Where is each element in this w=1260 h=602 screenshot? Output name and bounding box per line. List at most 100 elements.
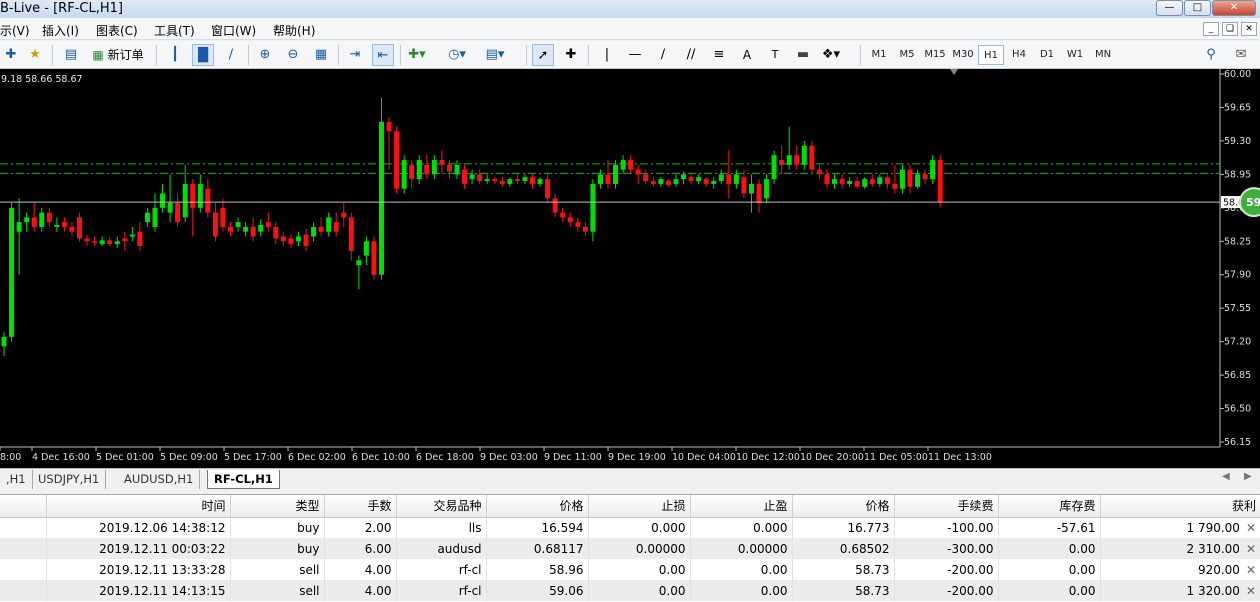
- timeframe-d1[interactable]: D1: [1034, 45, 1060, 65]
- line-chart-icon[interactable]: ∕: [220, 44, 242, 66]
- menu-charts[interactable]: 图表(C): [96, 22, 138, 39]
- tabs-right-arrow-icon[interactable]: ▶: [1244, 471, 1252, 482]
- auto-scroll-icon[interactable]: ⇥: [344, 44, 366, 66]
- fibonacci-icon[interactable]: ≡: [708, 44, 730, 66]
- timeframe-m15[interactable]: M15: [922, 45, 948, 65]
- text-label-icon[interactable]: T: [764, 44, 786, 66]
- chat-icon[interactable]: ✉: [1230, 44, 1252, 66]
- candle-body: [597, 174, 603, 184]
- menu-view[interactable]: 示(V): [0, 22, 30, 39]
- table-cell: 0.68502: [792, 538, 895, 559]
- column-header-type[interactable]: 类型: [230, 495, 325, 518]
- candle-body: [235, 222, 241, 227]
- close-order-icon[interactable]: ✕: [1240, 563, 1256, 577]
- maximize-button[interactable]: □: [1184, 0, 1211, 16]
- candle-body: [854, 181, 860, 187]
- close-order-icon[interactable]: ✕: [1240, 542, 1256, 556]
- profit-value: 1 790.00: [1186, 520, 1240, 535]
- trendline-icon[interactable]: ∕: [652, 44, 674, 66]
- zoom-in-icon[interactable]: ⊕: [254, 44, 276, 66]
- candlestick-icon[interactable]: █: [192, 44, 214, 66]
- tab-usdjpy[interactable]: USDJPY,H1: [32, 470, 107, 489]
- chart-tabs: ,H1 USDJPY,H1 AUDUSD,H1 RF-CL,H1 ◀ ▶: [0, 468, 1260, 490]
- horizontal-line-icon[interactable]: —: [624, 44, 646, 66]
- time-tick-label: 6 Dec 10:00: [352, 452, 410, 463]
- menu-window[interactable]: 窗口(W): [211, 22, 256, 39]
- minimize-button[interactable]: —: [1156, 0, 1183, 16]
- search-icon[interactable]: ⚲: [1200, 44, 1222, 66]
- menu-tools[interactable]: 工具(T): [154, 22, 195, 39]
- candle-body: [144, 212, 150, 223]
- candle-body: [492, 179, 498, 182]
- tab-chart-1[interactable]: ,H1: [0, 470, 33, 489]
- column-header-current-price[interactable]: 价格: [792, 495, 895, 518]
- column-header-volume[interactable]: 手数: [324, 495, 397, 518]
- close-order-icon[interactable]: ✕: [1240, 584, 1256, 598]
- time-tick-label: 10 Dec 20:00: [800, 452, 864, 463]
- menu-help[interactable]: 帮助(H): [273, 22, 315, 39]
- time-tick-label: 5 Dec 17:00: [224, 452, 282, 463]
- profiles-icon[interactable]: ★: [24, 44, 46, 66]
- vertical-line-icon[interactable]: |: [596, 44, 618, 66]
- candle-body: [182, 183, 188, 218]
- timeframe-m1[interactable]: M1: [866, 45, 892, 65]
- mdi-minimize-button[interactable]: _: [1203, 22, 1219, 36]
- templates-icon[interactable]: ▤▾: [484, 44, 506, 66]
- table-row[interactable]: 2019.12.11 00:03:22 buy 6.00 audusd 0.68117 0…: [0, 538, 1260, 559]
- arrows-icon[interactable]: ❖▾: [820, 44, 842, 66]
- timeframe-h1[interactable]: H1: [978, 45, 1004, 65]
- candle-body: [937, 160, 943, 203]
- table-cell: -57.61: [998, 517, 1101, 538]
- timeframe-m5[interactable]: M5: [894, 45, 920, 65]
- column-header-commission[interactable]: 手续费: [894, 495, 999, 518]
- column-header-price[interactable]: 价格: [486, 495, 589, 518]
- column-header-ticket[interactable]: [0, 495, 47, 518]
- cursor-icon[interactable]: ➚: [532, 44, 554, 66]
- market-watch-icon[interactable]: ▤: [60, 44, 82, 66]
- close-button[interactable]: ✕: [1212, 0, 1256, 16]
- tab-audusd[interactable]: AUDUSD,H1: [118, 470, 201, 489]
- timeframe-m30[interactable]: M30: [950, 45, 976, 65]
- timeframe-w1[interactable]: W1: [1062, 45, 1088, 65]
- table-row[interactable]: 2019.12.11 13:33:28 sell 4.00 rf-cl 58.96 0.0…: [0, 559, 1260, 580]
- menu-insert[interactable]: 插入(I): [42, 22, 79, 39]
- table-row[interactable]: 2019.12.11 14:13:15 sell 4.00 rf-cl 59.06 0.0…: [0, 580, 1260, 601]
- new-order-button[interactable]: ▦ 新订单: [88, 44, 148, 66]
- column-header-symbol[interactable]: 交易品种: [396, 495, 487, 518]
- equidistant-channel-icon[interactable]: ∕∕: [680, 44, 702, 66]
- column-header-sl[interactable]: 止损: [588, 495, 691, 518]
- column-header-profit[interactable]: 获利: [1100, 495, 1260, 518]
- column-header-swap[interactable]: 库存费: [998, 495, 1101, 518]
- crosshair-icon[interactable]: ✚: [560, 44, 582, 66]
- timeframe-h4[interactable]: H4: [1006, 45, 1032, 65]
- tab-rf-cl[interactable]: RF-CL,H1: [207, 470, 280, 489]
- table-row[interactable]: 2019.12.06 14:38:12 buy 2.00 lls 16.594 0.000…: [0, 517, 1260, 538]
- price-chart[interactable]: 60.00 59.65 59.30 58.95 58.60 58.25 57.90 57.55…: [0, 69, 1260, 468]
- new-chart-icon[interactable]: ✚: [0, 44, 22, 66]
- candle-body: [711, 181, 717, 184]
- candle-body: [409, 164, 415, 180]
- price-tick-label: 56.85: [1224, 370, 1251, 381]
- profit-value: 2 310.00: [1186, 541, 1240, 556]
- tabs-left-arrow-icon[interactable]: ◀: [1222, 471, 1230, 482]
- table-cell: 2019.12.11 13:33:28: [46, 559, 231, 580]
- periods-icon[interactable]: ◷▾: [446, 44, 468, 66]
- column-header-tp[interactable]: 止盈: [690, 495, 793, 518]
- table-cell: 4.00: [324, 559, 397, 580]
- mdi-restore-button[interactable]: ❏: [1222, 22, 1238, 36]
- rectangle-icon[interactable]: ▬: [792, 44, 814, 66]
- tile-windows-icon[interactable]: ▦: [310, 44, 332, 66]
- timeframe-mn[interactable]: MN: [1090, 45, 1116, 65]
- bar-chart-icon[interactable]: ┃: [164, 44, 186, 66]
- column-header-time[interactable]: 时间: [46, 495, 231, 518]
- text-icon[interactable]: A: [736, 44, 758, 66]
- mdi-close-button[interactable]: ✕: [1241, 22, 1257, 36]
- time-tick-label: 9 Dec 11:00: [544, 452, 602, 463]
- time-tick-label: 11 Dec 13:00: [928, 452, 992, 463]
- chart-shift-icon[interactable]: ⇤: [372, 44, 394, 66]
- indicators-icon[interactable]: ✚▾: [406, 44, 428, 66]
- table-cell: 0.00000: [588, 538, 691, 559]
- candle-body: [228, 226, 233, 232]
- zoom-out-icon[interactable]: ⊖: [282, 44, 304, 66]
- close-order-icon[interactable]: ✕: [1240, 521, 1256, 535]
